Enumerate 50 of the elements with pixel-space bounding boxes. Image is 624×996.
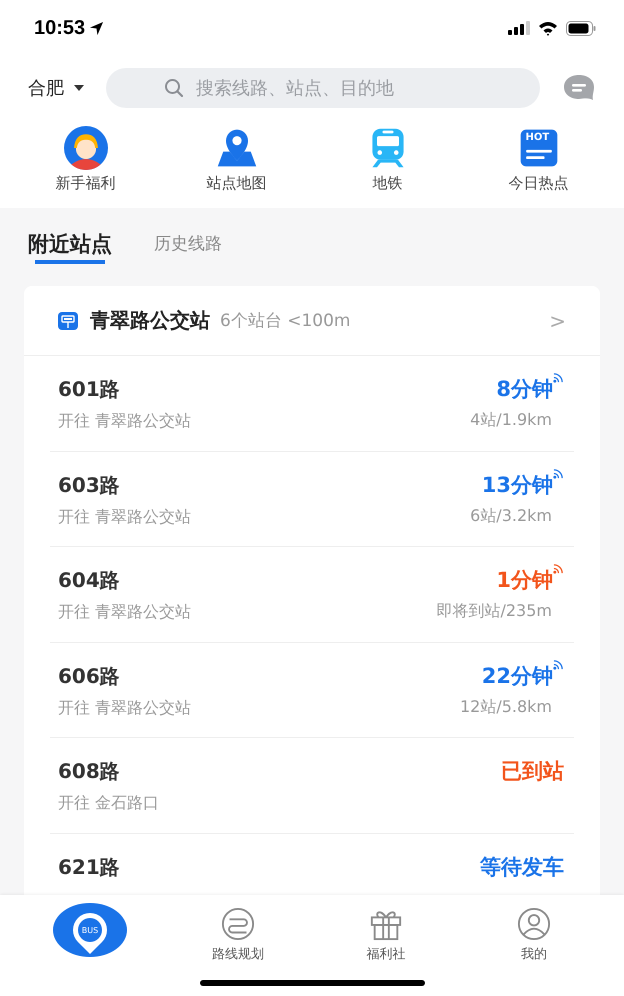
signal-icon (508, 21, 530, 35)
tab-bar-item[interactable]: BUS (35, 903, 145, 996)
tab-bar-item[interactable]: 路线规划 (183, 903, 293, 996)
route-distance: 6站/3.2km (470, 506, 552, 527)
city-selector[interactable]: 合肥 (28, 76, 84, 100)
route-direction: 开往 青翠路公交站 (58, 411, 192, 432)
shortcut-item[interactable]: 地铁 (328, 126, 448, 208)
route-name: 621路 (58, 854, 120, 880)
person-avatar-icon (64, 126, 108, 170)
arrival-time: 1分钟 (496, 567, 553, 594)
arrival-time: 等待发车 (480, 854, 564, 880)
route-direction: 开往 青翠路公交站 (58, 602, 192, 623)
route-direction: 开往 金石路口 (58, 793, 160, 814)
route-name: 604路 (58, 567, 121, 594)
route-row[interactable]: 606路 开往 青翠路公交站 22分钟 12站/5.8km (50, 642, 574, 738)
badge-text: HOT (526, 133, 550, 143)
arrival-time: 已到站 (501, 758, 564, 784)
route-distance: 即将到站/235m (436, 601, 552, 622)
arrival-time: 13分钟 (482, 472, 553, 498)
route-direction: 开往 青翠路公交站 (58, 506, 192, 528)
route-row[interactable]: 604路 开往 青翠路公交站 1分钟 即将到站/235m (50, 547, 574, 642)
location-arrow-icon (89, 20, 104, 36)
tab-bar-item[interactable]: 福利社 (331, 903, 441, 996)
user-icon (517, 907, 551, 941)
arrival-time: 8分钟 (496, 376, 553, 402)
station-name: 青翠路公交站 (90, 307, 210, 334)
station-info: 6个站台 <100m (220, 310, 352, 332)
route-name: 603路 (58, 472, 121, 498)
battery-icon (566, 20, 596, 36)
shortcut-item[interactable]: HOT 今日热点 (478, 126, 598, 208)
route-row[interactable]: 601路 开往 青翠路公交站 8分钟 4站/1.9km (50, 356, 574, 452)
route-direction: 开往 青翠路公交站 (58, 698, 192, 718)
route-name: 608路 (58, 758, 121, 785)
arrival-time: 22分钟 (482, 662, 553, 689)
shortcut-item[interactable]: 新手福利 (26, 126, 146, 208)
message-icon (562, 73, 596, 103)
search-field[interactable]: 搜索线路、站点、目的地 (106, 68, 540, 108)
route-name: 601路 (58, 376, 121, 403)
route-icon (221, 907, 255, 941)
caret-icon (74, 85, 84, 91)
route-distance: 4站/1.9km (470, 410, 552, 432)
shortcut-item[interactable]: 站点地图 (176, 126, 296, 208)
bus-stop-icon (58, 310, 78, 330)
route-row[interactable]: 603路 开往 青翠路公交站 13分钟 6站/3.2km (50, 452, 574, 547)
tab-bar-item[interactable]: 我的 (479, 903, 589, 996)
route-distance: 12站/5.8km (460, 696, 552, 718)
route-name: 606路 (58, 662, 121, 690)
wifi-icon (538, 20, 558, 36)
status-time: 10:53 (34, 16, 86, 40)
route-row[interactable]: 608路 开往 金石路口 已到站 (50, 738, 574, 834)
